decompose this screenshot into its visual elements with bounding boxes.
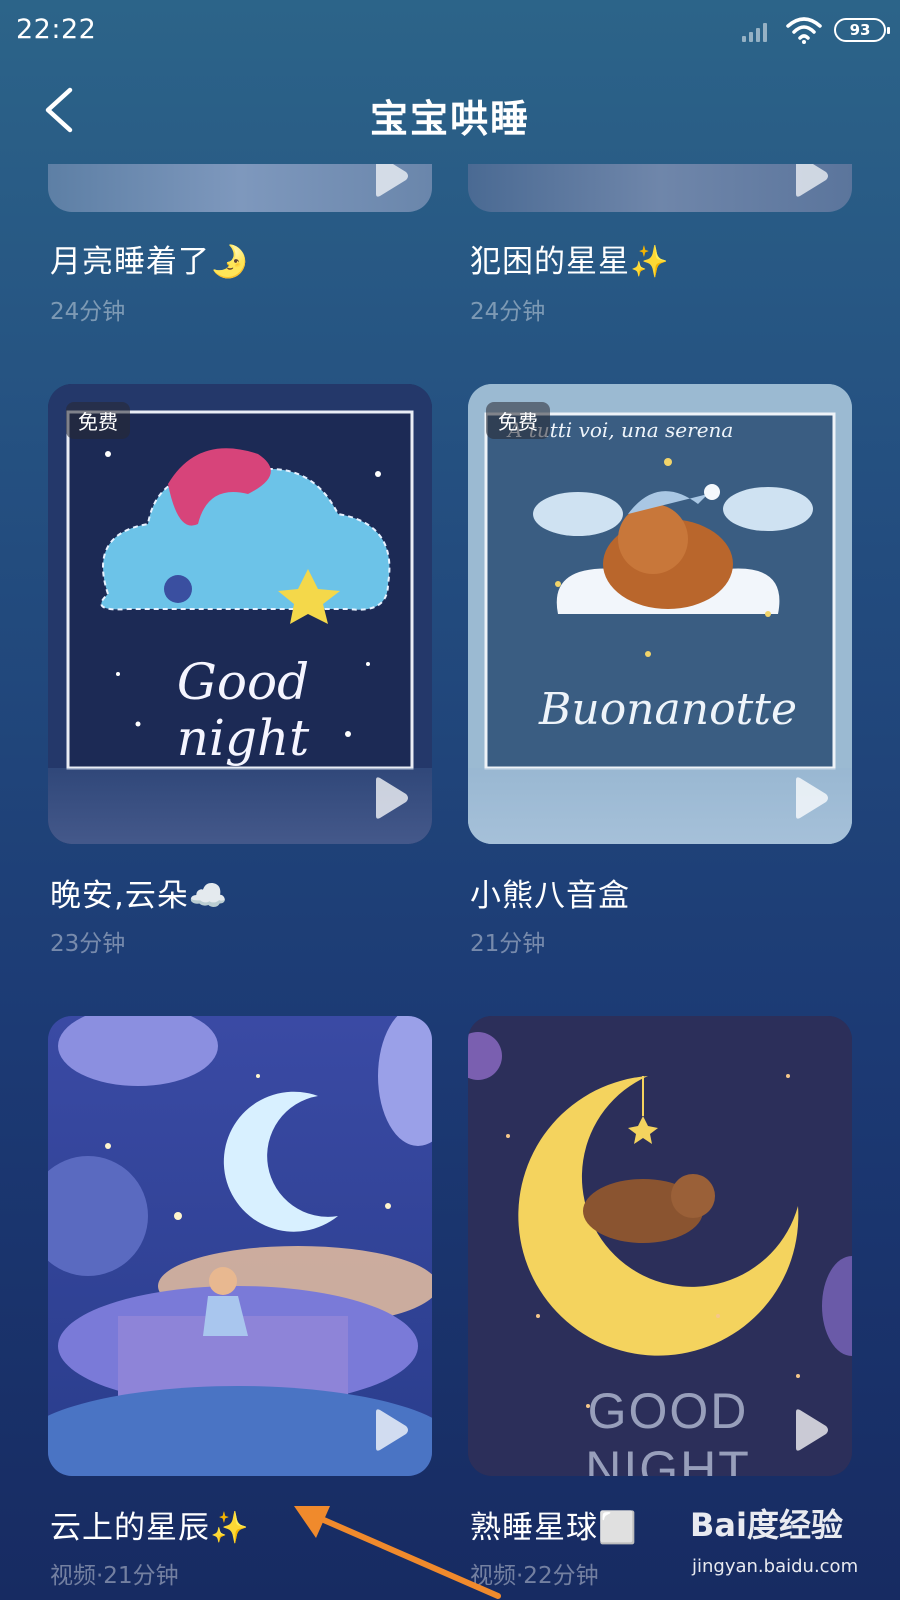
card-title[interactable]: 晚安,云朵☁️ <box>50 870 228 915</box>
play-icon[interactable] <box>370 164 410 198</box>
card-thumbnail[interactable] <box>468 164 852 212</box>
art-text: Buonanotte <box>539 684 797 735</box>
battery-level: 93 <box>849 20 871 39</box>
battery-icon: 93 <box>834 18 890 42</box>
card-title[interactable]: 小熊八音盒 <box>470 870 630 915</box>
art-text: GOOD NIGHT <box>585 1383 751 1476</box>
baidu-watermark: Bai度经验 jingyan.baidu.com <box>690 1500 890 1590</box>
card-duration: 24分钟 <box>470 299 546 325</box>
watermark-url: jingyan.baidu.com <box>692 1556 859 1577</box>
card-title[interactable]: 犯困的星星✨ <box>470 236 670 281</box>
play-icon[interactable] <box>370 776 410 820</box>
card-duration: 视频·21分钟 <box>50 1563 179 1589</box>
card-thumbnail[interactable]: A tutti voi, una serena Buonanotte 免费 <box>468 384 852 844</box>
free-badge: 免费 <box>66 402 130 439</box>
card-thumbnail[interactable] <box>48 1016 432 1476</box>
card-thumbnail[interactable] <box>48 164 432 212</box>
signal-icon <box>742 20 774 42</box>
watermark-brand: Bai度经验 <box>690 1506 843 1544</box>
wifi-icon <box>786 17 822 44</box>
status-bar: 22:22 93 <box>0 0 900 60</box>
play-icon[interactable] <box>790 1408 830 1452</box>
page-title: 宝宝哄睡 <box>369 97 530 141</box>
status-time: 22:22 <box>16 14 97 45</box>
card-title[interactable]: 月亮睡着了🌛 <box>50 236 250 281</box>
app-header: 宝宝哄睡 <box>0 60 900 164</box>
play-icon[interactable] <box>790 164 830 198</box>
free-badge: 免费 <box>486 402 550 439</box>
play-icon[interactable] <box>370 1408 410 1452</box>
card-duration: 23分钟 <box>50 931 126 957</box>
art-text-top: A tutti voi, una serena <box>508 418 734 442</box>
art-text: Good night <box>176 653 310 767</box>
moon-boy-artwork <box>48 1016 432 1476</box>
card-title[interactable]: 云上的星辰✨ <box>50 1502 250 1547</box>
card-thumbnail[interactable]: GOOD NIGHT <box>468 1016 852 1476</box>
card-thumbnail[interactable]: Good night 免费 <box>48 384 432 844</box>
play-icon[interactable] <box>790 776 830 820</box>
card-duration: 24分钟 <box>50 299 126 325</box>
card-duration: 21分钟 <box>470 931 546 957</box>
annotation-arrow-icon <box>294 1506 501 1599</box>
